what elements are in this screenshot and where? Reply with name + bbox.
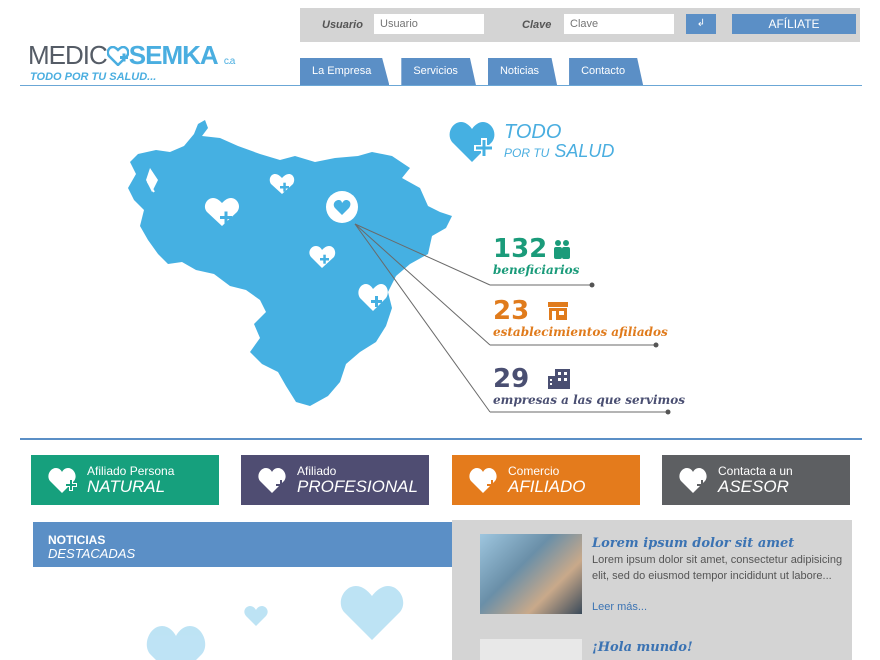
section-divider <box>20 438 862 440</box>
page: Usuario Clave ↲ AFÍLIATE MEDICSEMKA c.a … <box>0 0 880 660</box>
heart-cross-icon <box>469 468 497 493</box>
feature-comercio-button[interactable]: Comercio AFILIADO <box>452 455 640 505</box>
feature-asesor-button[interactable]: Contacta a un ASESOR <box>662 455 850 505</box>
hero-tagline: TODO POR TU SALUD <box>448 120 614 164</box>
stat-value: 29 <box>493 364 530 394</box>
people-icon <box>554 240 571 259</box>
decorative-hearts <box>146 586 404 660</box>
heart-cross-icon <box>48 468 77 493</box>
heart-cross-icon <box>258 468 286 493</box>
stat-value: 23 <box>493 296 530 326</box>
stat-label: empresas a las que servimos <box>493 393 685 407</box>
news-item-excerpt: Lorem ipsum dolor sit amet, consectetur … <box>592 554 843 582</box>
feature-profesional-button[interactable]: Afiliado PROFESIONAL <box>241 455 429 505</box>
stat-establecimientos: 23 establecimientos afiliados <box>493 298 668 339</box>
heart-cross-icon <box>679 468 707 493</box>
building-icon <box>548 369 571 389</box>
read-more-link[interactable]: Leer más... <box>592 601 647 613</box>
news-thumbnail[interactable] <box>480 639 582 660</box>
hero-title-top: TODO <box>504 121 562 143</box>
news-item-title[interactable]: Lorem ipsum dolor sit amet <box>592 536 794 551</box>
stat-beneficiarios: 132 beneficiarios <box>493 236 579 277</box>
news-item-title[interactable]: ¡Hola mundo! <box>592 640 693 655</box>
hero-title-bottom: POR TU SALUD <box>504 141 615 161</box>
stat-value: 132 <box>493 234 548 264</box>
news-thumbnail[interactable] <box>480 534 582 614</box>
store-icon <box>548 302 569 320</box>
stat-empresas: 29 empresas a las que servimos <box>493 366 685 407</box>
stat-label: beneficiarios <box>493 263 580 277</box>
news-section-title: NOTICIAS DESTACADAS <box>48 533 136 561</box>
stat-label: establecimientos afiliados <box>493 325 668 339</box>
feature-natural-button[interactable]: Afiliado Persona NATURAL <box>31 455 219 505</box>
heart-cross-icon <box>449 122 495 162</box>
